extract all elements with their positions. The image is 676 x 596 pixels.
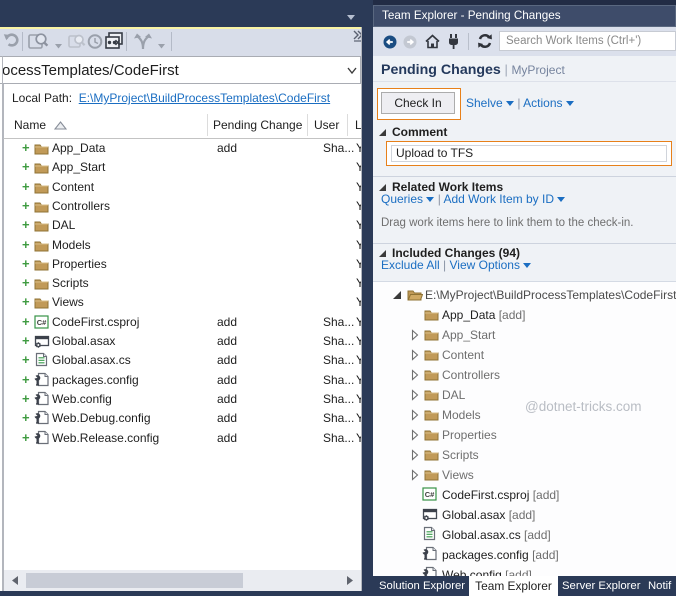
svg-text:C#: C# — [37, 318, 47, 327]
svg-text:C#: C# — [425, 490, 435, 499]
